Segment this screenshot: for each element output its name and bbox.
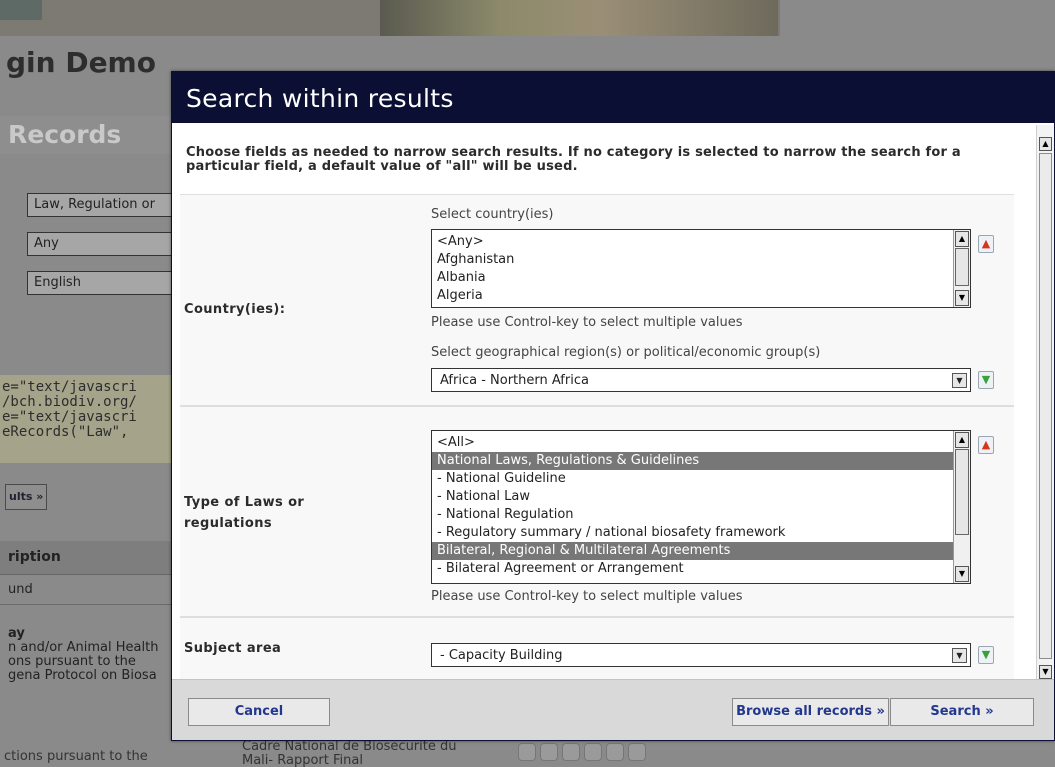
subject-area-value: - Capacity Building — [440, 648, 563, 663]
background-filter-any: Any — [27, 232, 177, 256]
list-item[interactable]: <Any> — [432, 233, 970, 251]
scroll-down-arrow-icon[interactable]: ▼ — [955, 566, 969, 582]
country-label: Country(ies): — [184, 302, 286, 317]
scroll-thumb[interactable] — [955, 449, 969, 535]
background-filter-law-type: Law, Regulation or — [27, 193, 177, 217]
dropdown-arrow-icon[interactable]: ▼ — [952, 648, 967, 663]
code-line: e="text/javascri — [2, 379, 137, 395]
dialog-header[interactable]: Search within results — [172, 72, 1054, 123]
background-record-title-line2: Mali- Rapport Final — [242, 753, 363, 767]
arrow-down-icon[interactable]: ▼ — [978, 371, 994, 389]
dialog-body: Choose fields as needed to narrow search… — [172, 123, 1054, 679]
arrow-up-icon[interactable]: ▲ — [978, 235, 994, 253]
background-table-row: n and/or Animal Health — [8, 640, 159, 655]
background-code-snippet: e="text/javascri/bch.biodiv.org/e="text/… — [0, 375, 175, 463]
list-item[interactable]: Algeria — [432, 287, 970, 305]
law-type-label-line1: Type of Laws or — [184, 495, 305, 510]
code-line: e="text/javascri — [2, 409, 137, 425]
scroll-down-arrow-icon[interactable]: ▼ — [1039, 665, 1052, 679]
country-listbox[interactable]: <Any> Afghanistan Albania Algeria ▲ ▼ — [431, 229, 971, 308]
subject-area-label: Subject area — [184, 641, 282, 656]
law-type-list-scrollbar[interactable]: ▲ ▼ — [953, 431, 970, 583]
country-caption: Select country(ies) — [431, 207, 554, 222]
list-item[interactable]: - Regulatory summary / national biosafet… — [432, 524, 970, 542]
background-table-row: gena Protocol on Biosa — [8, 668, 157, 683]
scroll-thumb[interactable] — [955, 248, 969, 286]
list-item[interactable]: Albania — [432, 269, 970, 287]
list-item-group[interactable]: Bilateral, Regional & Multilateral Agree… — [432, 542, 970, 560]
list-item-group[interactable]: National Laws, Regulations & Guidelines — [432, 452, 970, 470]
scroll-thumb[interactable] — [1039, 153, 1052, 659]
background-record-title-line1: Cadre National de Biosecurite du — [242, 739, 457, 754]
scroll-up-arrow-icon[interactable]: ▲ — [955, 231, 969, 247]
law-type-label-line2: regulations — [184, 516, 273, 531]
background-lower-text: ctions pursuant to the — [4, 749, 148, 764]
background-filter-language: English — [27, 271, 177, 295]
code-line: /bch.biodiv.org/ — [2, 394, 137, 410]
list-item[interactable]: Afghanistan — [432, 251, 970, 269]
country-section: Country(ies): Select country(ies) <Any> … — [180, 194, 1014, 406]
dialog-title: Search within results — [186, 84, 454, 113]
region-select-value: Africa - Northern Africa — [440, 373, 589, 388]
refresh-icon — [628, 743, 646, 761]
list-item[interactable]: <All> — [432, 434, 970, 452]
plant-icon — [540, 743, 558, 761]
list-item[interactable]: - National Guideline — [432, 470, 970, 488]
dropdown-arrow-icon[interactable]: ▼ — [952, 373, 967, 388]
search-within-results-dialog: Search within results Choose fields as n… — [171, 71, 1055, 741]
diamond-icon — [562, 743, 580, 761]
globe-icon — [584, 743, 602, 761]
cancel-button[interactable]: Cancel — [188, 698, 330, 726]
list-item[interactable]: - National Law — [432, 488, 970, 506]
arrow-down-icon[interactable]: ▼ — [978, 646, 994, 664]
arrow-up-icon[interactable]: ▲ — [978, 436, 994, 454]
scroll-down-arrow-icon[interactable]: ▼ — [955, 290, 969, 306]
region-select[interactable]: Africa - Northern Africa ▼ — [431, 368, 971, 392]
dialog-scrollbar[interactable]: ▲ ▼ — [1036, 125, 1054, 681]
background-table-header: ription — [0, 541, 175, 575]
background-table-row: ay — [8, 626, 25, 641]
law-type-hint: Please use Control-key to select multipl… — [431, 589, 743, 604]
background-page-title: gin Demo — [6, 46, 156, 79]
background-record-icons — [518, 738, 646, 766]
law-type-label: Type of Laws or regulations — [184, 492, 304, 534]
dialog-footer: Cancel Browse all records » Search » — [172, 679, 1054, 740]
scroll-up-arrow-icon[interactable]: ▲ — [955, 432, 969, 448]
background-results-button: ults » — [5, 484, 47, 510]
law-type-listbox[interactable]: <All> National Laws, Regulations & Guide… — [431, 430, 971, 584]
gear-icon — [606, 743, 624, 761]
intro-text: Choose fields as needed to narrow search… — [186, 145, 961, 174]
biohazard-icon — [518, 743, 536, 761]
browse-all-records-button[interactable]: Browse all records » — [732, 698, 889, 726]
list-item[interactable]: - National Regulation — [432, 506, 970, 524]
subject-area-select[interactable]: - Capacity Building ▼ — [431, 643, 971, 667]
code-line: eRecords("Law", — [2, 424, 129, 440]
law-type-section: Type of Laws or regulations <All> Nation… — [180, 406, 1014, 617]
scroll-up-arrow-icon[interactable]: ▲ — [1039, 137, 1052, 151]
background-table-row: und — [8, 582, 33, 597]
background-row-divider — [0, 604, 175, 605]
banner-photo — [380, 0, 778, 36]
banner-thumbnail — [0, 0, 42, 20]
search-button[interactable]: Search » — [890, 698, 1034, 726]
region-caption: Select geographical region(s) or politic… — [431, 345, 821, 360]
background-banner — [0, 0, 780, 36]
background-table-row: ons pursuant to the — [8, 654, 136, 669]
country-hint: Please use Control-key to select multipl… — [431, 315, 743, 330]
records-heading: Records — [8, 120, 122, 149]
list-item[interactable]: - Bilateral Agreement or Arrangement — [432, 560, 970, 578]
country-list-scrollbar[interactable]: ▲ ▼ — [953, 230, 970, 307]
subject-area-section: Subject area - Capacity Building ▼ ▼ — [180, 617, 1014, 679]
